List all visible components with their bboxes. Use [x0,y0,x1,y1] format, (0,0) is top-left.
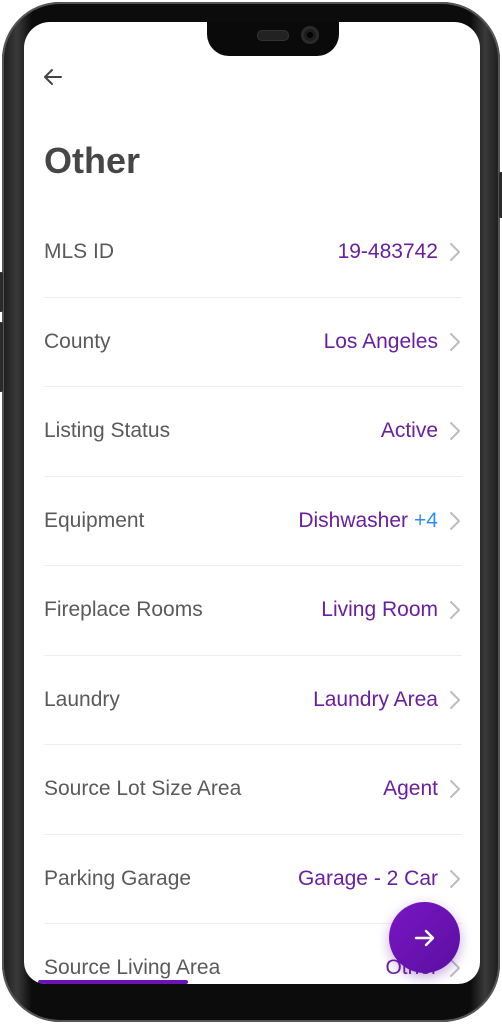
arrow-right-icon [414,929,434,946]
field-value: Agent [383,777,438,801]
field-row-county[interactable]: County Los Angeles [44,298,462,387]
progress-indicator [38,980,189,984]
field-value: Laundry Area [313,687,438,711]
field-row-laundry[interactable]: Laundry Laundry Area [44,656,462,745]
field-label: Laundry [44,687,120,711]
field-value-group: Living Room [321,598,462,622]
front-camera [301,26,319,44]
field-row-fireplace-rooms[interactable]: Fireplace Rooms Living Room [44,566,462,656]
back-button[interactable] [40,64,66,90]
speaker-grille [257,30,289,41]
field-row-listing-status[interactable]: Listing Status Active [44,387,462,477]
screen: Other MLS ID 19-483742 County Los Angeles Li… [24,22,480,984]
chevron-right-icon [450,869,460,888]
field-value: Los Angeles [323,329,438,353]
field-value: Living Room [321,598,438,622]
notch [207,22,339,56]
field-list: MLS ID 19-483742 County Los Angeles Listing … [44,208,462,984]
field-label: County [44,329,111,353]
arrow-left-icon [44,69,62,85]
field-value-group: Active [381,419,462,443]
field-value-group: 19-483742 [338,240,462,264]
more-count-badge: +4 [414,508,438,532]
field-label: Equipment [44,508,145,532]
field-value: Dishwasher [298,508,409,532]
field-value-group: Los Angeles [324,330,462,354]
field-value: Garage - 2 Car [297,866,438,890]
chevron-right-icon [450,243,460,262]
next-button[interactable] [389,902,460,973]
volume-down-button [0,322,3,392]
field-row-source-lot-size-area[interactable]: Source Lot Size Area Agent [44,745,462,835]
chevron-right-icon [450,511,460,530]
field-row-equipment[interactable]: Equipment Dishwasher +4 [44,477,462,566]
field-label: Source Lot Size Area [44,777,242,801]
chevron-right-icon [450,422,460,441]
field-value-group: Agent [383,777,462,801]
field-row-mls-id[interactable]: MLS ID 19-483742 [44,208,462,298]
chevron-right-icon [450,780,460,799]
chevron-right-icon [450,690,460,709]
field-value-group: Garage - 2 Car [298,867,462,891]
page-title: Other [44,140,141,181]
field-label: Listing Status [44,419,171,443]
field-label: MLS ID [44,240,115,264]
field-value-group: Dishwasher +4 [298,509,462,533]
field-label: Parking Garage [44,866,192,890]
chevron-right-icon [450,601,460,620]
field-value: Active [380,419,438,443]
field-value-group: Laundry Area [313,688,462,712]
chevron-right-icon [450,332,460,351]
field-label: Fireplace Rooms [44,598,203,622]
volume-up-button [0,272,3,312]
phone-frame: Other MLS ID 19-483742 County Los Angeles Li… [0,2,502,1022]
field-value: 19-483742 [337,240,438,264]
field-label: Source Living Area [44,956,221,980]
